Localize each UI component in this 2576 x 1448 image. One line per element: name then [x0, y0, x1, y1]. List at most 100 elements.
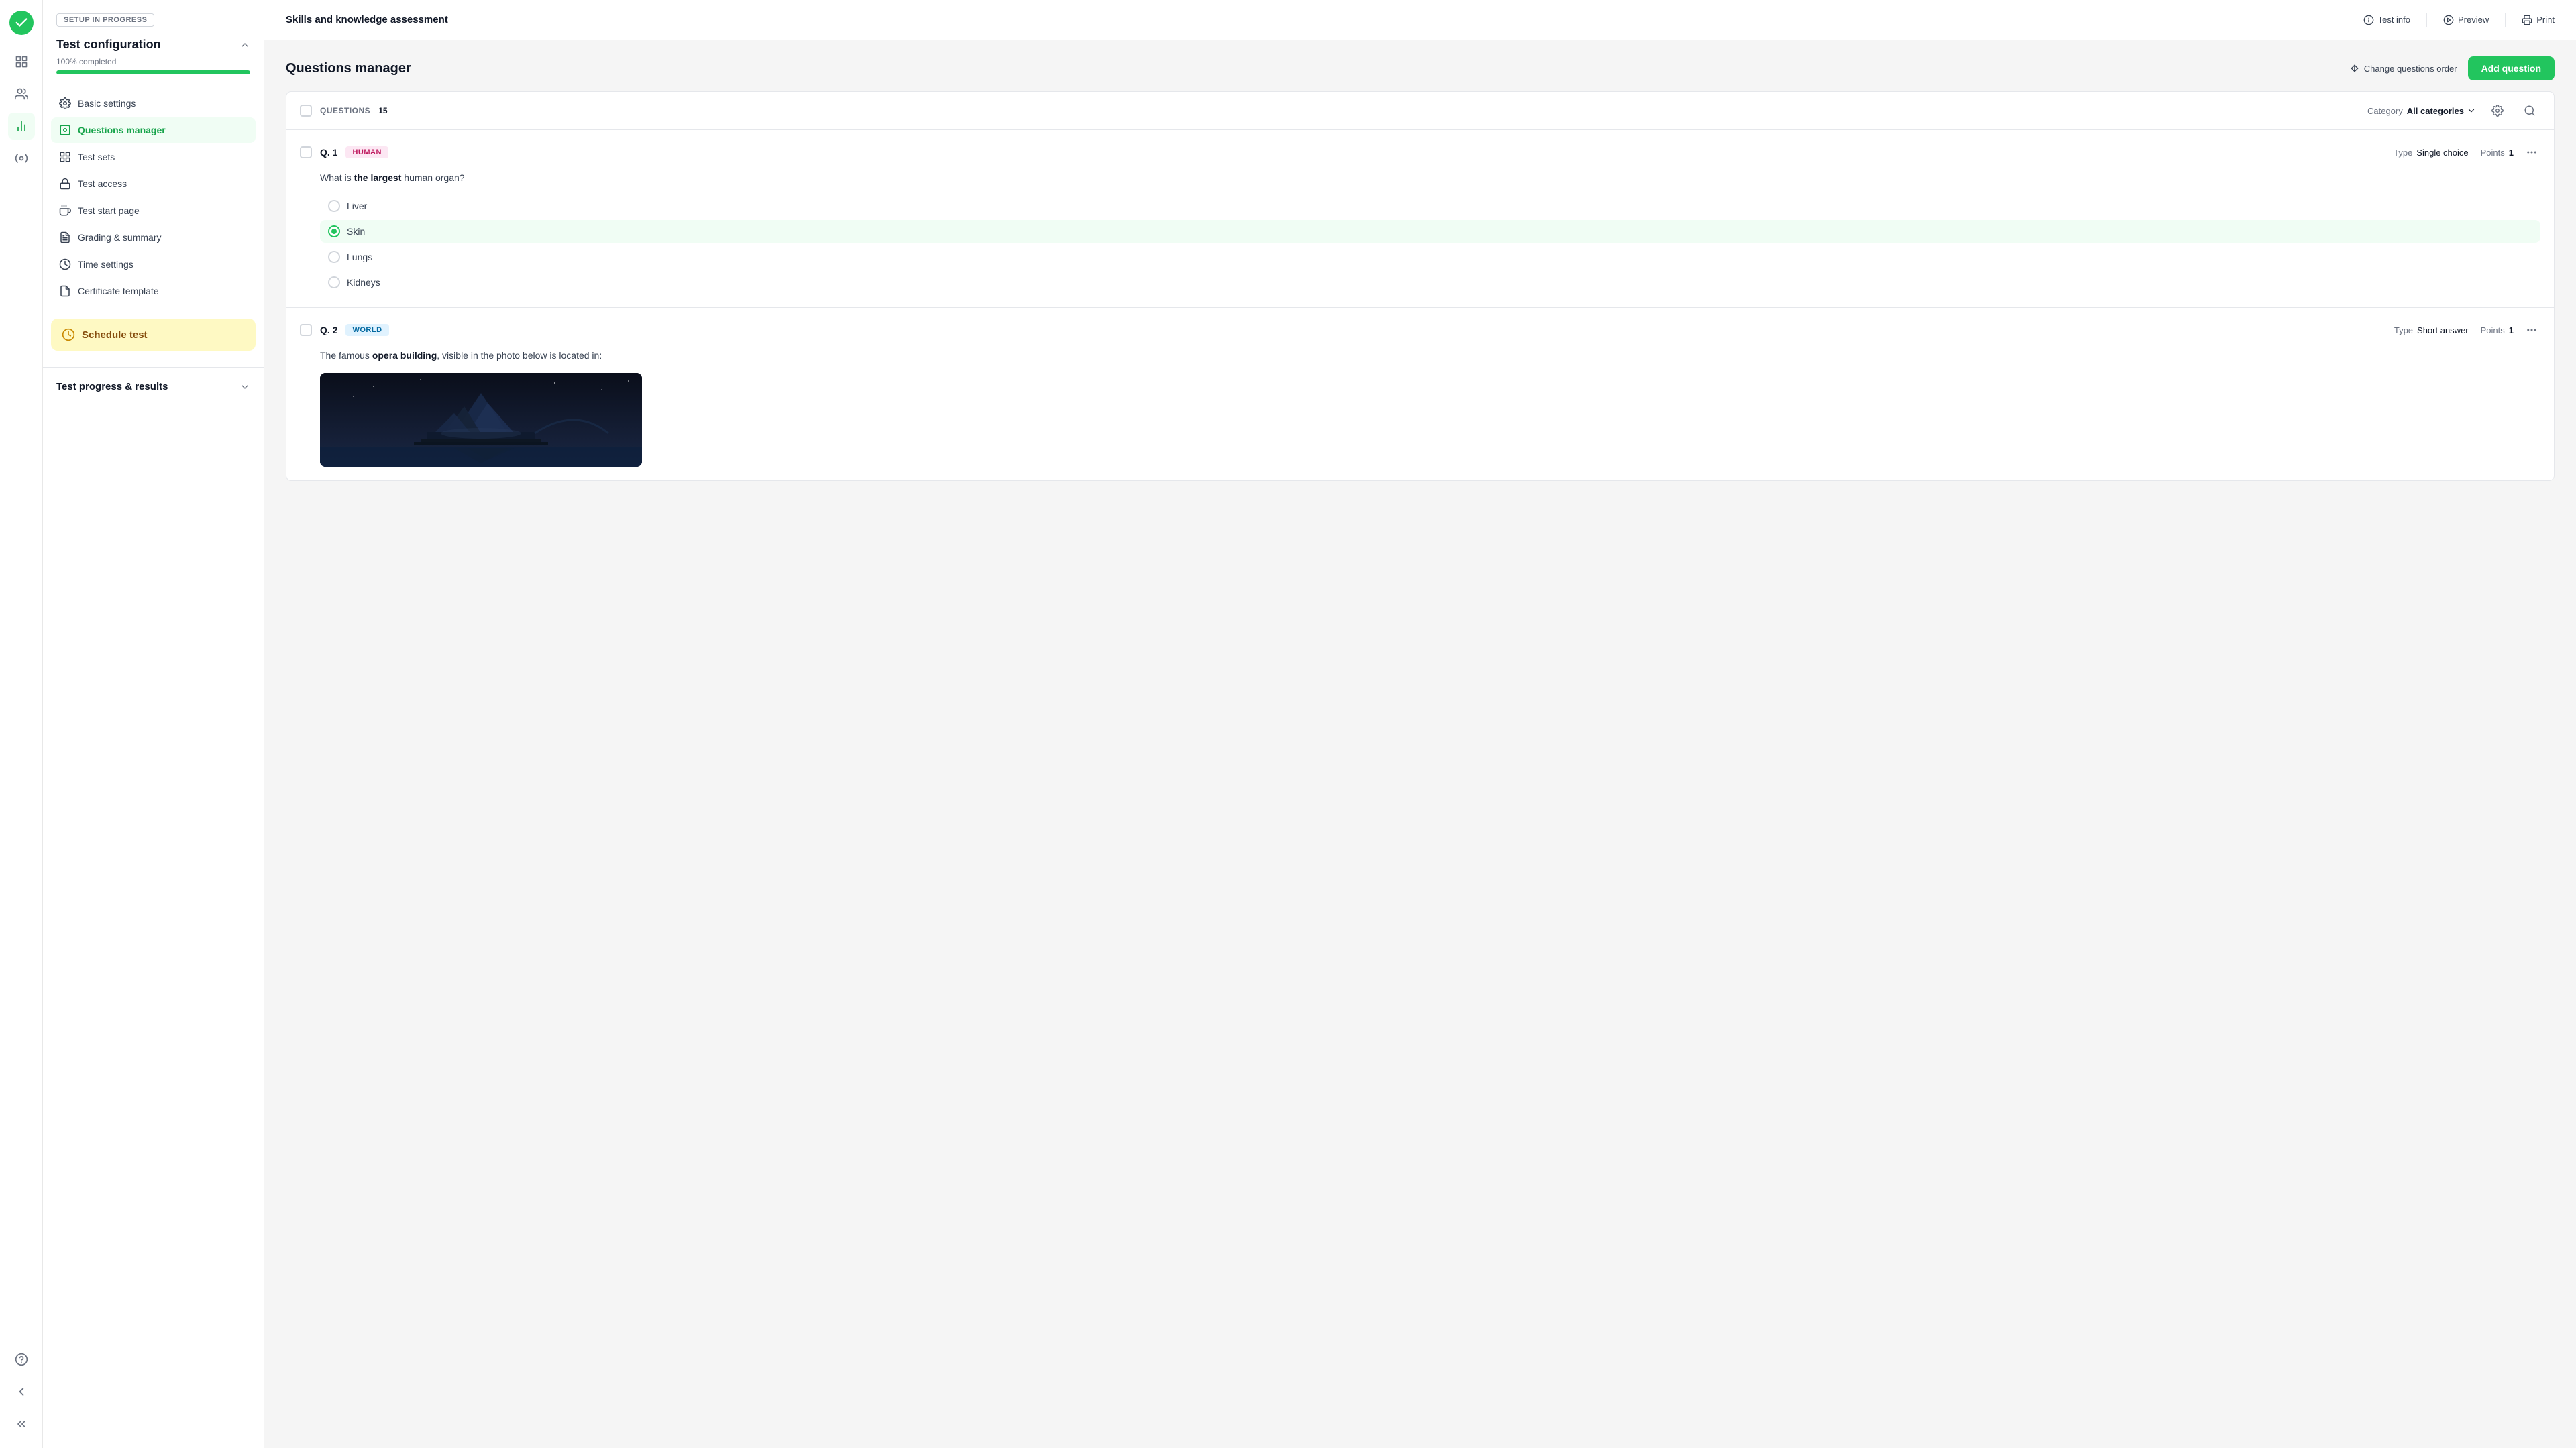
- opera-building-svg: [320, 373, 642, 467]
- collapse-icon: [239, 40, 250, 50]
- config-title: Test configuration: [56, 38, 250, 52]
- nav-item-basic-settings[interactable]: Basic settings: [51, 91, 256, 116]
- sidebar-icon-collapse[interactable]: [8, 1410, 35, 1437]
- sort-icon: [2349, 63, 2360, 74]
- nav-item-certificate-template[interactable]: Certificate template: [51, 278, 256, 304]
- q1-type-value: Single choice: [2416, 148, 2468, 158]
- print-button[interactable]: Print: [2522, 15, 2555, 25]
- clock-schedule-icon: [62, 328, 75, 341]
- question-card-1: Q. 1 HUMAN Type Single choice Points 1: [286, 130, 2555, 308]
- left-nav-panel: SETUP IN PROGRESS Test configuration 100…: [43, 0, 264, 1448]
- q2-points-label: Points: [2481, 325, 2505, 335]
- questions-count-number: 15: [378, 106, 387, 115]
- clock-icon: [59, 258, 71, 270]
- action-divider-1: [2426, 13, 2427, 27]
- change-order-label: Change questions order: [2364, 64, 2457, 74]
- nav-label-test-start-page: Test start page: [78, 205, 140, 216]
- sets-icon: [59, 151, 71, 163]
- q1-option-kidneys-label: Kidneys: [347, 277, 380, 288]
- sidebar-icon-help[interactable]: [8, 1346, 35, 1373]
- schedule-test-button[interactable]: Schedule test: [51, 319, 256, 351]
- certificate-icon: [59, 285, 71, 297]
- nav-item-time-settings[interactable]: Time settings: [51, 252, 256, 277]
- q1-option-lungs[interactable]: Lungs: [320, 245, 2540, 268]
- nav-label-test-access: Test access: [78, 178, 127, 189]
- q1-more-button[interactable]: [2523, 144, 2540, 161]
- q1-option-kidneys[interactable]: Kidneys: [320, 271, 2540, 294]
- nav-item-grading-summary[interactable]: Grading & summary: [51, 225, 256, 250]
- preview-button[interactable]: Preview: [2443, 15, 2489, 25]
- sidebar-icon-users[interactable]: [8, 80, 35, 107]
- select-all-checkbox[interactable]: [300, 105, 312, 117]
- nav-label-grading-summary: Grading & summary: [78, 232, 161, 243]
- top-bar: Skills and knowledge assessment Test inf…: [264, 0, 2576, 40]
- questions-count-label: QUESTIONS: [320, 106, 370, 115]
- nav-header: SETUP IN PROGRESS Test configuration 100…: [43, 0, 264, 82]
- category-value: All categories: [2407, 106, 2464, 116]
- q2-header: Q. 2 WORLD Type Short answer Points 1: [300, 321, 2540, 339]
- progress-fill: [56, 70, 250, 74]
- sidebar-icon-dashboard[interactable]: [8, 48, 35, 75]
- main-content: Skills and knowledge assessment Test inf…: [264, 0, 2576, 1448]
- questions-manager-area: Questions manager Change questions order…: [264, 40, 2576, 1448]
- print-label: Print: [2536, 15, 2555, 25]
- nav-item-test-access[interactable]: Test access: [51, 171, 256, 197]
- search-icon: [2524, 105, 2536, 117]
- sidebar-icon-back[interactable]: [8, 1378, 35, 1405]
- test-info-button[interactable]: Test info: [2363, 15, 2410, 25]
- info-icon: [2363, 15, 2374, 25]
- q1-radio-liver: [328, 200, 340, 212]
- sidebar-icon-settings[interactable]: [8, 145, 35, 172]
- nav-item-questions-manager[interactable]: Questions manager: [51, 117, 256, 143]
- nav-label-questions-manager: Questions manager: [78, 125, 166, 135]
- add-question-label: Add question: [2481, 63, 2541, 74]
- q2-more-button[interactable]: [2523, 321, 2540, 339]
- section-divider: [43, 367, 264, 368]
- qm-title: Questions manager: [286, 61, 411, 76]
- chevron-down-icon: [239, 382, 250, 392]
- q2-tag: WORLD: [345, 324, 388, 336]
- nav-item-test-start-page[interactable]: Test start page: [51, 198, 256, 223]
- print-icon: [2522, 15, 2532, 25]
- preview-label: Preview: [2458, 15, 2489, 25]
- add-question-button[interactable]: Add question: [2468, 56, 2555, 80]
- change-order-button[interactable]: Change questions order: [2349, 63, 2457, 74]
- q1-radio-lungs: [328, 251, 340, 263]
- more-icon-q2: [2526, 324, 2538, 336]
- q1-type-label: Type: [2394, 148, 2412, 158]
- q1-option-skin[interactable]: Skin: [320, 220, 2540, 243]
- category-select[interactable]: All categories: [2407, 106, 2476, 116]
- q1-text-bold: the largest: [354, 172, 402, 183]
- chevron-down-category-icon: [2467, 106, 2476, 115]
- q1-checkbox[interactable]: [300, 146, 312, 158]
- grading-icon: [59, 231, 71, 243]
- q2-checkbox[interactable]: [300, 324, 312, 336]
- start-icon: [59, 205, 71, 217]
- questions-count: QUESTIONS 15: [300, 105, 388, 117]
- q1-header: Q. 1 HUMAN Type Single choice Points 1: [300, 144, 2540, 161]
- settings-filter-button[interactable]: [2487, 100, 2508, 121]
- schedule-test-label: Schedule test: [82, 329, 148, 341]
- q1-option-liver[interactable]: Liver: [320, 194, 2540, 217]
- sidebar-icon-analytics[interactable]: [8, 113, 35, 140]
- q2-meta: Type Short answer Points 1: [2394, 321, 2540, 339]
- progress-track: [56, 70, 250, 74]
- q2-number: Q. 2: [320, 325, 337, 335]
- q1-option-liver-label: Liver: [347, 201, 367, 211]
- preview-icon: [2443, 15, 2454, 25]
- questions-list-header: QUESTIONS 15 Category All categories: [286, 91, 2555, 130]
- nav-item-test-sets[interactable]: Test sets: [51, 144, 256, 170]
- q2-text: The famous opera building, visible in th…: [320, 348, 2540, 363]
- test-progress-section-header[interactable]: Test progress & results: [43, 373, 264, 398]
- q1-meta: Type Single choice Points 1: [2394, 144, 2540, 161]
- more-icon: [2526, 146, 2538, 158]
- q2-type-label: Type: [2394, 325, 2413, 335]
- search-questions-button[interactable]: [2519, 100, 2540, 121]
- gear-filter-icon: [2491, 105, 2504, 117]
- q1-text: What is the largest human organ?: [320, 170, 2540, 185]
- q2-text-bold: opera building: [372, 350, 437, 361]
- q2-image: [320, 373, 642, 467]
- q1-number: Q. 1: [320, 147, 337, 158]
- q1-tag: HUMAN: [345, 146, 388, 158]
- nav-label-basic-settings: Basic settings: [78, 98, 136, 109]
